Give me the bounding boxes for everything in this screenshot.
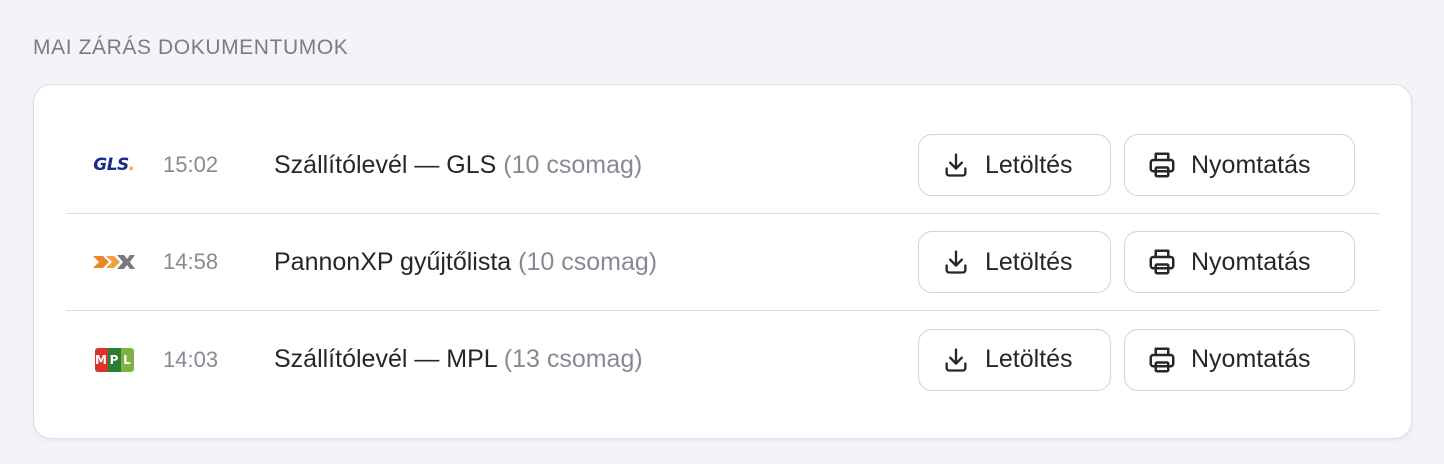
document-title: PannonXP gyűjtőlista (10 csomag)	[274, 248, 657, 277]
gls-logo-dot: .	[128, 155, 135, 175]
document-title-text: PannonXP gyűjtőlista	[274, 247, 512, 276]
download-icon	[941, 150, 971, 180]
closing-documents-card: GLS. 15:02 Szállítólevél — GLS (10 csoma…	[33, 84, 1412, 439]
section-title: MAI ZÁRÁS DOKUMENTUMOK	[33, 36, 349, 59]
printer-icon	[1147, 150, 1177, 180]
document-time: 15:02	[163, 152, 219, 177]
document-row-pannonxp: 14:58 PannonXP gyűjtőlista (10 csomag) L…	[66, 214, 1380, 311]
package-count: (10 csomag)	[503, 150, 643, 179]
document-row-gls: GLS. 15:02 Szállítólevél — GLS (10 csoma…	[66, 117, 1380, 214]
printer-icon	[1147, 247, 1177, 277]
document-title: Szállítólevél — GLS (10 csomag)	[274, 151, 642, 180]
download-label: Letöltés	[985, 345, 1073, 373]
document-title: Szállítólevél — MPL (13 csomag)	[274, 345, 643, 374]
print-button[interactable]: Nyomtatás	[1124, 134, 1355, 196]
download-icon	[941, 345, 971, 375]
document-list: GLS. 15:02 Szállítólevél — GLS (10 csoma…	[66, 117, 1380, 408]
print-label: Nyomtatás	[1191, 150, 1311, 179]
document-time: 14:03	[163, 346, 219, 372]
printer-icon	[1147, 345, 1177, 375]
download-button[interactable]: Letöltés	[918, 134, 1111, 196]
mpl-logo: M P L	[92, 347, 136, 372]
gls-logo: GLS.	[92, 153, 136, 177]
mpl-logo-letter-l: L	[120, 347, 134, 372]
pannonxp-logo-mark	[93, 255, 135, 269]
package-count: (13 csomag)	[503, 345, 643, 373]
download-button[interactable]: Letöltés	[918, 231, 1111, 293]
package-count: (10 csomag)	[518, 247, 658, 276]
print-label: Nyomtatás	[1191, 247, 1311, 276]
gls-logo-text: GLS	[93, 155, 129, 175]
pannonxp-logo	[92, 250, 136, 274]
document-time: 14:58	[163, 249, 219, 274]
print-label: Nyomtatás	[1191, 345, 1311, 373]
document-row-mpl: M P L 14:03 Szállítólevél — MPL (13 csom…	[66, 311, 1380, 408]
download-label: Letöltés	[985, 150, 1073, 179]
mpl-logo-letter-m: M	[94, 347, 108, 372]
mpl-logo-letter-p: P	[107, 347, 121, 372]
print-button[interactable]: Nyomtatás	[1124, 231, 1355, 293]
document-title-text: Szállítólevél — MPL	[274, 345, 497, 373]
download-label: Letöltés	[985, 247, 1073, 276]
download-button[interactable]: Letöltés	[918, 328, 1111, 391]
print-button[interactable]: Nyomtatás	[1124, 328, 1355, 391]
document-title-text: Szállítólevél — GLS	[274, 150, 497, 179]
download-icon	[941, 247, 971, 277]
